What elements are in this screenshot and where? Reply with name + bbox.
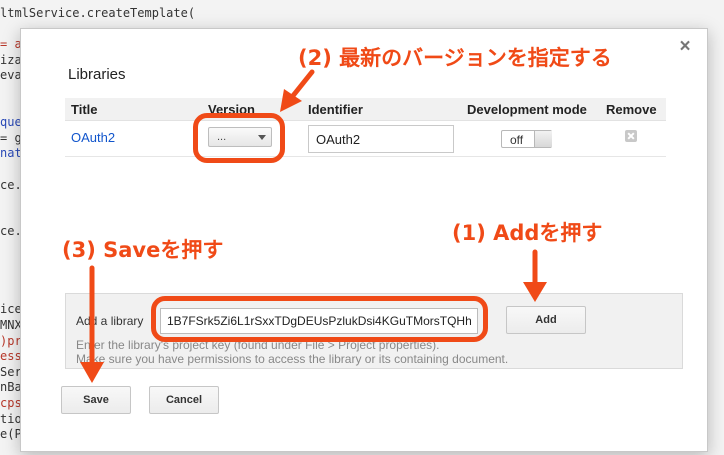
annotation-arrow-version [280,69,315,112]
annotation-arrow-add [523,249,547,302]
annotation-arrows [80,69,547,383]
annotation-arrow-save [80,265,104,383]
